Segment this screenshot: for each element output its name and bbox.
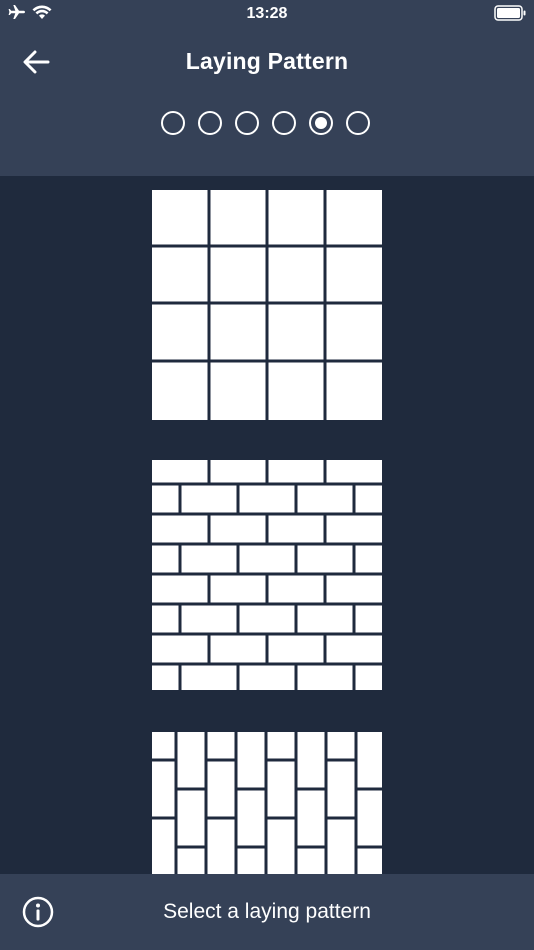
footer-hint: Select a laying pattern [163,900,371,923]
step-dot-2[interactable] [198,111,222,135]
header-bar: 13:28 Laying Pattern [0,0,534,176]
step-dot-4[interactable] [272,111,296,135]
status-time: 13:28 [246,5,288,22]
pattern-option-grid[interactable] [152,190,382,420]
step-indicator [161,111,370,135]
pattern-option-vertical-stack-bond[interactable] [152,732,382,874]
step-dot-fill [315,117,327,129]
page-title: Laying Pattern [185,48,349,74]
running-bond-pattern-icon [152,460,382,690]
battery-icon [494,5,526,26]
step-dot-5[interactable] [309,111,333,135]
grid-pattern-icon [152,190,382,420]
vertical-bond-pattern-icon [152,732,382,874]
pattern-list [0,176,534,874]
step-dot-3[interactable] [235,111,259,135]
pattern-option-running-bond[interactable] [152,460,382,690]
step-dot-6[interactable] [346,111,370,135]
step-dot-1[interactable] [161,111,185,135]
status-bar: 13:28 [0,0,534,28]
footer-bar: Select a laying pattern [0,874,534,950]
